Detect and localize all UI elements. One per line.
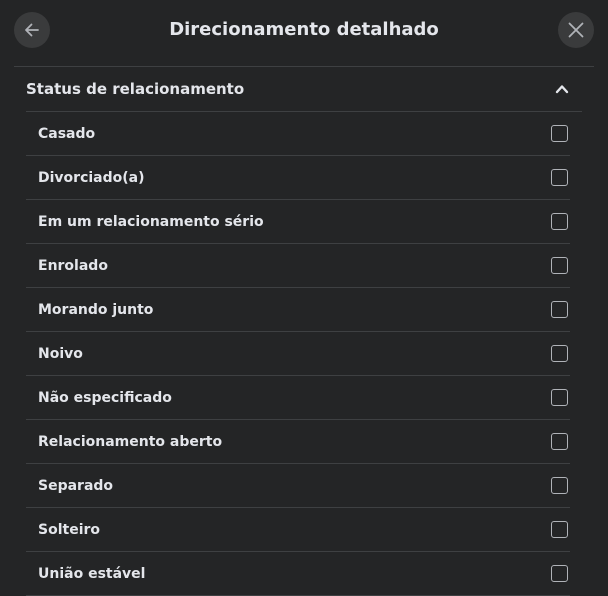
option-checkbox[interactable] — [551, 565, 568, 582]
close-icon — [568, 22, 584, 38]
option-label: Morando junto — [38, 302, 154, 318]
option-label: Divorciado(a) — [38, 170, 145, 186]
option-row[interactable]: Noivo — [26, 332, 570, 376]
option-checkbox[interactable] — [551, 301, 568, 318]
option-checkbox[interactable] — [551, 125, 568, 142]
option-checkbox[interactable] — [551, 169, 568, 186]
option-row[interactable]: Enrolado — [26, 244, 570, 288]
relationship-status-options: Casado Divorciado(a) Em um relacionamento … — [26, 112, 570, 596]
option-checkbox[interactable] — [551, 433, 568, 450]
dialog-header: Direcionamento detalhado — [0, 0, 608, 62]
option-checkbox[interactable] — [551, 345, 568, 362]
option-checkbox[interactable] — [551, 521, 568, 538]
option-checkbox[interactable] — [551, 257, 568, 274]
option-checkbox[interactable] — [551, 477, 568, 494]
close-button[interactable] — [558, 12, 594, 48]
option-row[interactable]: Relacionamento aberto — [26, 420, 570, 464]
option-label: Casado — [38, 126, 96, 142]
relationship-status-section-toggle[interactable]: Status de relacionamento — [14, 67, 594, 111]
option-label: Não especificado — [38, 390, 172, 406]
option-label: Noivo — [38, 346, 83, 362]
option-row[interactable]: Em um relacionamento sério — [26, 200, 570, 244]
option-row[interactable]: Separado — [26, 464, 570, 508]
option-row[interactable]: Solteiro — [26, 508, 570, 552]
option-row[interactable]: Casado — [26, 112, 570, 156]
dialog-title: Direcionamento detalhado — [169, 19, 439, 40]
option-label: União estável — [38, 566, 146, 582]
option-label: Relacionamento aberto — [38, 434, 223, 450]
section-title: Status de relacionamento — [26, 80, 245, 98]
option-label: Em um relacionamento sério — [38, 214, 264, 230]
option-row[interactable]: Morando junto — [26, 288, 570, 332]
option-row[interactable]: Divorciado(a) — [26, 156, 570, 200]
option-label: Separado — [38, 478, 114, 494]
option-row[interactable]: Não especificado — [26, 376, 570, 420]
chevron-up-icon — [555, 85, 569, 94]
option-row[interactable]: União estável — [26, 552, 570, 596]
option-label: Solteiro — [38, 522, 101, 538]
option-checkbox[interactable] — [551, 213, 568, 230]
option-checkbox[interactable] — [551, 389, 568, 406]
option-label: Enrolado — [38, 258, 108, 274]
